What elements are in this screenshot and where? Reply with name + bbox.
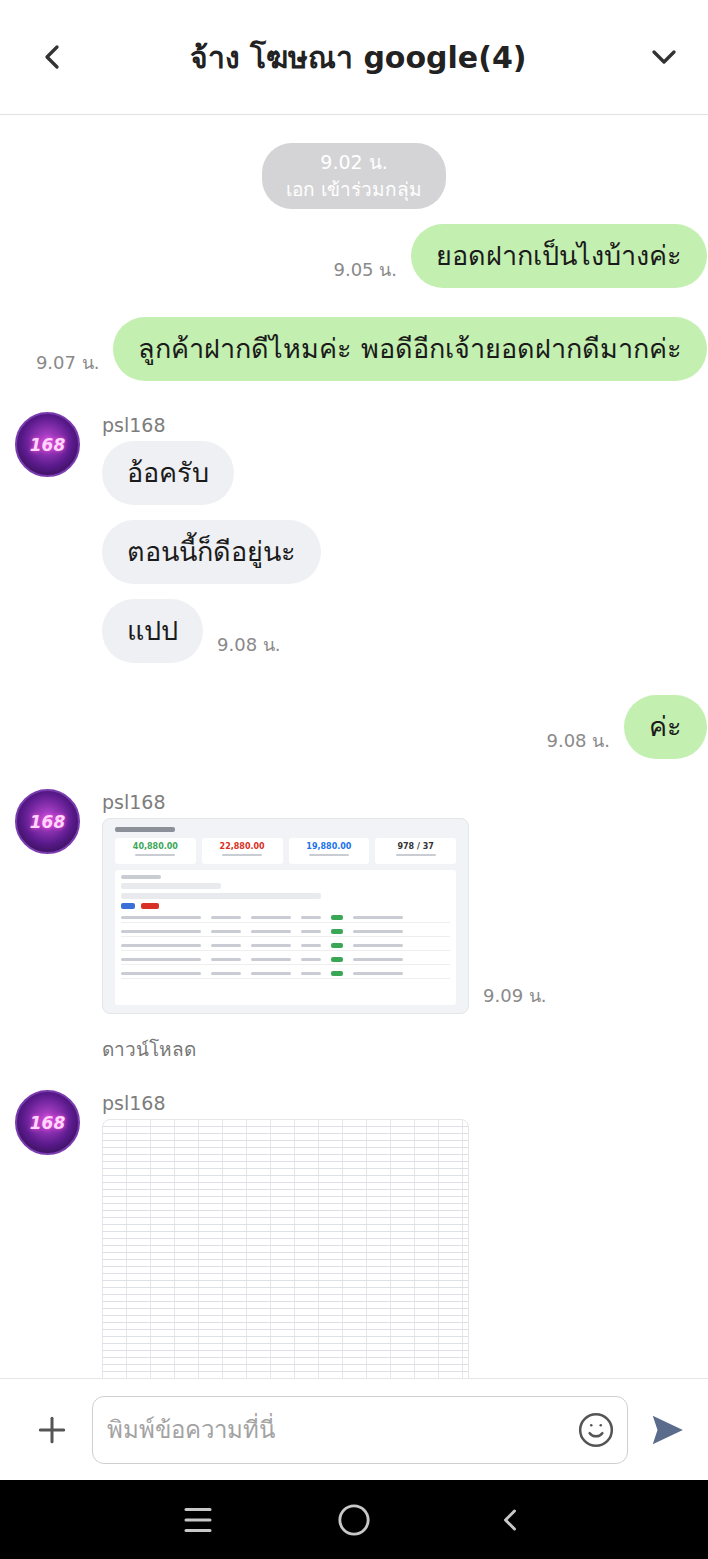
chevron-left-icon (32, 37, 72, 77)
sender-name: psl168 (102, 789, 166, 815)
message-time: 9.07 น. (36, 348, 100, 381)
chevron-down-icon (644, 37, 684, 77)
expand-button[interactable] (642, 35, 686, 79)
sender-avatar[interactable]: 168 (15, 789, 80, 854)
menu-icon[interactable] (180, 1502, 216, 1538)
sent-bubble[interactable]: ลูกค้าฝากดีไหมค่ะ พอดีอีกเจ้ายอดฝากดีมาก… (113, 317, 707, 381)
sender-name: psl168 (102, 412, 166, 438)
back-button[interactable] (30, 35, 74, 79)
received-bubble[interactable]: แปป (102, 599, 203, 663)
chat-header: จ้าง โฆษณา google(4) (0, 0, 708, 115)
summary-card: 978 / 37 (375, 838, 456, 864)
sent-message: 9.08 น. ค่ะ (0, 695, 708, 759)
message-list: 9.02 น.เอก เข้าร่วมกลุ่ม 9.05 น. ยอดฝากเป็… (0, 115, 708, 1378)
input-bar: พิมพ์ข้อความที่นี่ (0, 1378, 708, 1480)
sent-bubble[interactable]: ค่ะ (624, 695, 707, 759)
sender-avatar[interactable]: 168 (15, 412, 80, 477)
received-message: 168 psl168 40,880.0022,880.0019,880.00978 … (0, 789, 708, 1064)
summary-card: 19,880.00 (289, 838, 370, 864)
system-nav-bar (0, 1480, 708, 1559)
received-bubble[interactable]: ตอนนี้ก็ดีอยู่นะ (102, 520, 321, 584)
message-input[interactable]: พิมพ์ข้อความที่นี่ (92, 1396, 628, 1464)
received-bubble[interactable]: อ้อครับ (102, 441, 234, 505)
sent-message: 9.05 น. ยอดฝากเป็นไงบ้างค่ะ (0, 224, 708, 288)
smile-icon[interactable] (577, 1411, 615, 1449)
plus-icon[interactable] (32, 1410, 72, 1450)
summary-card: 22,880.00 (202, 838, 283, 864)
received-message: 168 psl168 (0, 1090, 708, 1378)
chat-screen: จ้าง โฆษณา google(4) 9.02 น.เอก เข้าร่วมก… (0, 0, 708, 1559)
sender-avatar[interactable]: 168 (15, 1090, 80, 1155)
spreadsheet-screenshot[interactable] (102, 1119, 469, 1378)
back-icon[interactable] (492, 1502, 528, 1538)
chat-title: จ้าง โฆษณา google(4) (190, 34, 527, 81)
sent-bubble[interactable]: ยอดฝากเป็นไงบ้างค่ะ (411, 224, 707, 288)
message-time: 9.09 น. (483, 981, 547, 1014)
summary-card: 40,880.00 (115, 838, 196, 864)
message-time: 9.08 น. (217, 630, 281, 663)
home-icon[interactable] (337, 1503, 371, 1537)
sent-message: 9.07 น. ลูกค้าฝากดีไหมค่ะ พอดีอีกเจ้ายอดฝ… (0, 317, 708, 381)
send-icon[interactable] (648, 1411, 686, 1449)
sender-name: psl168 (102, 1090, 166, 1116)
message-time: 9.05 น. (333, 255, 397, 288)
dashboard-screenshot[interactable]: 40,880.0022,880.0019,880.00978 / 37 (102, 818, 469, 1014)
message-time: 9.08 น. (546, 726, 610, 759)
received-message: 168 psl168 อ้อครับตอนนี้ก็ดีอยู่นะแปป 9.08 … (0, 412, 708, 663)
system-notice: 9.02 น.เอก เข้าร่วมกลุ่ม (262, 143, 446, 209)
download-link[interactable]: ดาวน์โหลด (102, 1034, 196, 1064)
